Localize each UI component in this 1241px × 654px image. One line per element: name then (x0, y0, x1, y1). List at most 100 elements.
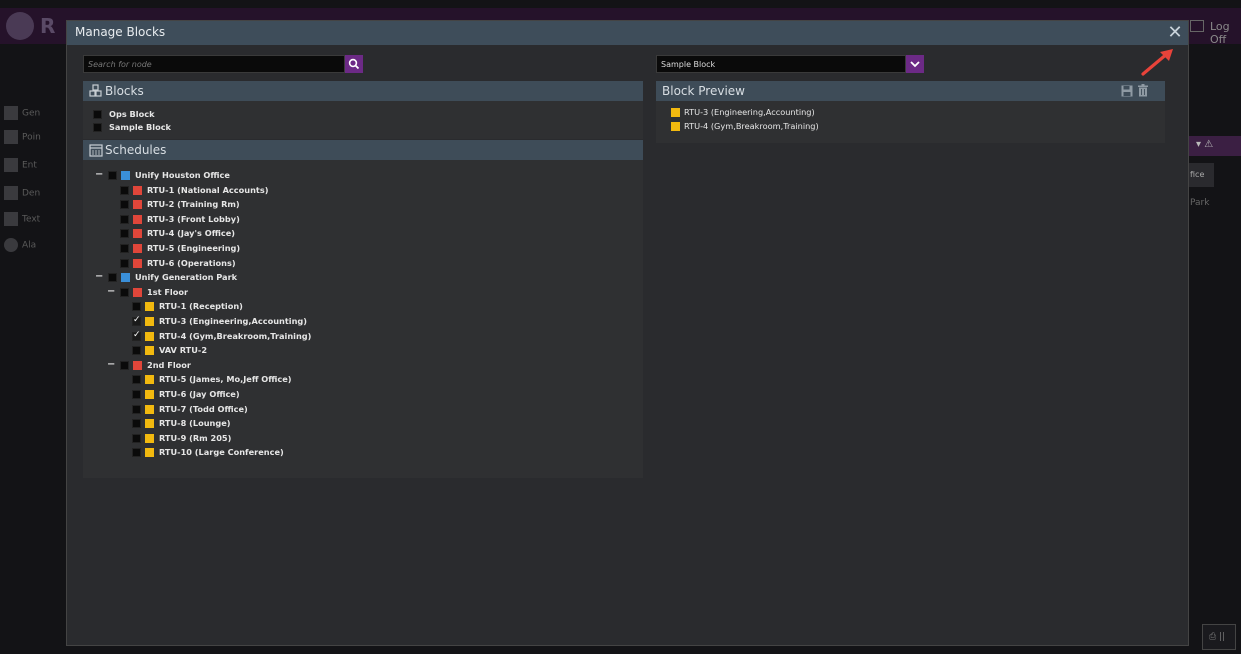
tree-node-label: 1st Floor (147, 286, 189, 297)
tree-checkbox[interactable] (132, 433, 141, 443)
schedules-header: Schedules (83, 140, 643, 160)
tree-node-label: RTU-3 (Front Lobby) (147, 213, 240, 224)
preview-item-label: RTU-4 (Gym,Breakroom,Training) (684, 121, 819, 131)
tree-checkbox[interactable] (108, 273, 117, 283)
logoff-link[interactable]: Log Off (1210, 20, 1241, 46)
park-text: Park (1190, 198, 1210, 208)
blocks-panel: Blocks Ops Block Sample Block (83, 81, 643, 139)
tree-node-label: RTU-7 (Todd Office) (159, 403, 248, 414)
calendar-icon (4, 158, 18, 172)
status-swatch (145, 375, 154, 385)
tree-checkbox[interactable] (120, 229, 129, 239)
blocks-header: Blocks (83, 81, 643, 101)
tree-checkbox[interactable] (120, 200, 129, 210)
dialog-header: Manage Blocks ✕ (67, 21, 1188, 45)
block-preview-title: Block Preview (662, 84, 745, 98)
blocks-icon (89, 84, 102, 97)
search-input[interactable] (83, 55, 345, 73)
status-swatch (133, 185, 142, 195)
tree-node-label: RTU-1 (Reception) (159, 301, 243, 312)
blocks-title: Blocks (105, 84, 144, 98)
status-swatch (121, 171, 130, 180)
chevron-down-icon (910, 61, 920, 68)
block-checkbox[interactable] (93, 110, 102, 119)
status-swatch (671, 122, 680, 131)
status-swatch (145, 331, 154, 341)
collapse-toggle[interactable]: − (107, 286, 115, 297)
calendar-icon (89, 144, 103, 157)
calendar-icon (4, 186, 18, 200)
sidebar-item[interactable]: Ent (4, 158, 37, 174)
tree-node-label: RTU-10 (Large Conference) (159, 447, 284, 458)
tree-checkbox[interactable] (120, 214, 129, 224)
tree-node-label: Unify Houston Office (135, 170, 230, 180)
tree-checkbox[interactable] (120, 360, 129, 370)
tree-checkbox[interactable] (120, 244, 129, 253)
app-band: ▾ ⚠ (1188, 136, 1241, 156)
status-swatch (145, 404, 154, 414)
status-swatch (145, 433, 154, 443)
status-swatch (133, 287, 142, 297)
tree-checkbox[interactable] (132, 448, 141, 458)
sidebar-item[interactable]: Ala (4, 238, 36, 254)
status-swatch (145, 302, 154, 312)
manage-blocks-dialog: Manage Blocks ✕ Blocks Ops Block Sample … (66, 20, 1189, 646)
block-label: Ops Block (109, 109, 155, 119)
tree-node-label: Unify Generation Park (135, 272, 238, 283)
collapse-toggle[interactable]: − (107, 359, 115, 370)
collapse-toggle[interactable]: − (95, 169, 103, 180)
status-swatch (145, 390, 154, 399)
office-tab[interactable]: fice (1188, 163, 1214, 187)
block-checkbox[interactable] (93, 123, 102, 132)
tree-node-label: RTU-8 (Lounge) (159, 418, 231, 429)
block-preview-header: Block Preview (656, 81, 1165, 101)
tree-node-label: RTU-2 (Training Rm) (147, 199, 240, 210)
select-dropdown-button[interactable] (906, 55, 924, 73)
sidebar-icon (4, 130, 18, 144)
block-preview-panel: Block Preview RTU-3 (Engineering,Account… (656, 81, 1165, 143)
close-button[interactable]: ✕ (1166, 23, 1184, 43)
status-swatch (145, 346, 154, 356)
sidebar-icon (4, 106, 18, 120)
tree-checkbox[interactable] (132, 315, 141, 326)
search-button[interactable] (345, 55, 363, 73)
tree-checkbox[interactable] (132, 302, 141, 312)
tree-checkbox[interactable] (132, 375, 141, 385)
schedules-title: Schedules (105, 143, 167, 157)
tree-checkbox[interactable] (120, 185, 129, 195)
tree-checkbox[interactable] (120, 258, 129, 268)
collapse-toggle[interactable]: − (95, 271, 103, 282)
trash-icon[interactable] (1137, 84, 1149, 97)
sidebar-item[interactable]: Text (4, 212, 40, 228)
tree-node-label: RTU-6 (Jay Office) (159, 389, 240, 399)
block-select[interactable]: Sample Block (656, 55, 906, 73)
tree-checkbox[interactable] (132, 390, 141, 399)
tree-checkbox[interactable] (132, 404, 141, 414)
logoff-icon (1190, 20, 1204, 32)
tree-checkbox[interactable] (132, 330, 141, 341)
block-label: Sample Block (109, 122, 171, 132)
status-swatch (145, 317, 154, 326)
tree-node-label: RTU-4 (Gym,Breakroom,Training) (159, 330, 312, 341)
search-icon (348, 58, 360, 70)
status-swatch (133, 200, 142, 210)
tree-checkbox[interactable] (108, 171, 117, 180)
sidebar-item[interactable]: Den (4, 186, 40, 202)
tree-checkbox[interactable] (132, 346, 141, 356)
schedules-panel: Schedules − Unify Houston Office RTU-1 (Na… (83, 140, 643, 478)
sidebar-item[interactable]: Poin (4, 130, 41, 146)
tree-node-label: RTU-4 (Jay's Office) (147, 228, 235, 239)
tree-node-label: RTU-9 (Rm 205) (159, 432, 232, 443)
tree-checkbox[interactable] (120, 287, 129, 297)
preview-item-label: RTU-3 (Engineering,Accounting) (684, 107, 815, 117)
status-swatch (145, 448, 154, 458)
alarm-icon (4, 238, 18, 252)
print-icon[interactable]: ⎙ || (1202, 624, 1236, 650)
annotation-arrow-icon (1141, 49, 1173, 76)
tree-node-label: RTU-5 (James, Mo,Jeff Office) (159, 374, 292, 385)
tree-node-label: RTU-5 (Engineering) (147, 243, 241, 253)
status-swatch (133, 229, 142, 239)
sidebar-item[interactable]: Gen (4, 106, 40, 122)
tree-checkbox[interactable] (132, 419, 141, 429)
save-icon[interactable] (1121, 85, 1133, 97)
